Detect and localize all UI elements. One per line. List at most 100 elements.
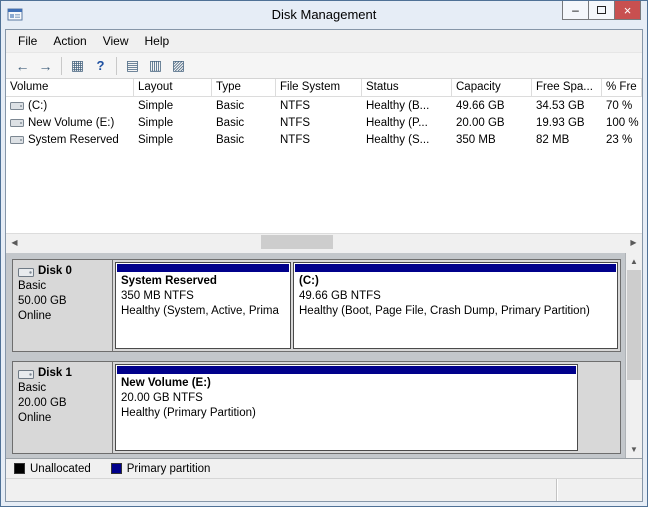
help-icon[interactable]: ? xyxy=(89,55,112,77)
close-button[interactable]: × xyxy=(614,1,641,20)
volume-file-system: NTFS xyxy=(276,100,362,112)
disk1-partitions: New Volume (E:) 20.00 GB NTFS Healthy (P… xyxy=(113,362,620,453)
volume-percent-free: 23 % xyxy=(602,134,642,146)
scroll-up-icon[interactable]: ▲ xyxy=(626,253,642,270)
partition-system-reserved[interactable]: System Reserved 350 MB NTFS Healthy (Sys… xyxy=(115,262,291,349)
volume-name: New Volume (E:) xyxy=(28,117,114,129)
volume-file-system: NTFS xyxy=(276,134,362,146)
back-icon[interactable]: ← xyxy=(11,55,34,77)
volume-status: Healthy (B... xyxy=(362,100,452,112)
disk-row-disk1: Disk 1 Basic 20.00 GB Online New Volume … xyxy=(12,361,621,454)
column-header-file-system[interactable]: File System xyxy=(276,79,362,96)
column-header-volume[interactable]: Volume xyxy=(6,79,134,96)
show-action-pane-icon[interactable]: ▤ xyxy=(121,55,144,77)
unallocated-swatch xyxy=(14,463,25,474)
disk-options-icon[interactable]: ▨ xyxy=(167,55,190,77)
primary-partition-swatch xyxy=(111,463,122,474)
maximize-glyph xyxy=(597,6,606,14)
disk-size: 20.00 GB xyxy=(18,396,107,411)
partition-color-band xyxy=(117,366,576,374)
volume-capacity: 20.00 GB xyxy=(452,117,532,129)
legend-label: Unallocated xyxy=(30,463,91,475)
disk-type: Basic xyxy=(18,279,107,294)
volume-free-space: 34.53 GB xyxy=(532,100,602,112)
partition-title: System Reserved xyxy=(121,274,285,289)
table-row[interactable]: (C:) Simple Basic NTFS Healthy (B... 49.… xyxy=(6,97,642,114)
partition-detail: 350 MB NTFS xyxy=(121,289,285,304)
column-header-free-space[interactable]: Free Spa... xyxy=(532,79,602,96)
legend-label: Primary partition xyxy=(127,463,211,475)
volume-capacity: 350 MB xyxy=(452,134,532,146)
disk-row-disk0: Disk 0 Basic 50.00 GB Online System Rese… xyxy=(12,259,621,352)
menu-help[interactable]: Help xyxy=(137,31,178,51)
menu-file[interactable]: File xyxy=(10,31,45,51)
client-area: File Action View Help ← → ▦ ? ▤ ▥ ▨ Volu… xyxy=(5,29,643,502)
toolbar: ← → ▦ ? ▤ ▥ ▨ xyxy=(6,52,642,79)
legend-bar: Unallocated Primary partition xyxy=(6,458,642,478)
minimize-glyph: – xyxy=(572,4,579,16)
horizontal-scroll-thumb[interactable] xyxy=(261,235,333,249)
partition-status: Healthy (Boot, Page File, Crash Dump, Pr… xyxy=(299,304,612,319)
export-list-icon[interactable]: ▥ xyxy=(144,55,167,77)
volume-file-system: NTFS xyxy=(276,117,362,129)
scroll-left-icon[interactable]: ◀ xyxy=(6,234,23,250)
table-row[interactable]: New Volume (E:) Simple Basic NTFS Health… xyxy=(6,114,642,131)
graphical-view: Disk 0 Basic 50.00 GB Online System Rese… xyxy=(6,253,642,458)
disk-management-window: Disk Management – × File Action View Hel… xyxy=(0,0,648,507)
partition-color-band xyxy=(117,264,289,272)
column-header-capacity[interactable]: Capacity xyxy=(452,79,532,96)
volume-percent-free: 70 % xyxy=(602,100,642,112)
vertical-scroll-thumb[interactable] xyxy=(627,270,641,380)
volume-type: Basic xyxy=(212,117,276,129)
volume-type: Basic xyxy=(212,134,276,146)
toolbar-separator xyxy=(116,57,117,75)
partition-new-volume-e[interactable]: New Volume (E:) 20.00 GB NTFS Healthy (P… xyxy=(115,364,578,451)
close-glyph: × xyxy=(624,4,632,17)
volume-capacity: 49.66 GB xyxy=(452,100,532,112)
disk0-info-panel[interactable]: Disk 0 Basic 50.00 GB Online xyxy=(13,260,113,351)
minimize-button[interactable]: – xyxy=(562,1,589,20)
drive-icon xyxy=(10,117,24,128)
disk-size: 50.00 GB xyxy=(18,294,107,309)
titlebar[interactable]: Disk Management – × xyxy=(1,1,647,29)
menubar: File Action View Help xyxy=(6,30,642,52)
partition-c[interactable]: (C:) 49.66 GB NTFS Healthy (Boot, Page F… xyxy=(293,262,618,349)
horizontal-scrollbar[interactable]: ◀ ▶ xyxy=(6,233,642,250)
disk-status: Online xyxy=(18,309,107,324)
scroll-down-icon[interactable]: ▼ xyxy=(626,441,642,458)
volume-name: (C:) xyxy=(28,100,47,112)
drive-icon xyxy=(10,134,24,145)
window-title: Disk Management xyxy=(1,7,647,22)
volume-free-space: 82 MB xyxy=(532,134,602,146)
disk-name: Disk 0 xyxy=(38,264,72,279)
partition-status: Healthy (Primary Partition) xyxy=(121,406,572,421)
partition-title: (C:) xyxy=(299,274,612,289)
disk1-info-panel[interactable]: Disk 1 Basic 20.00 GB Online xyxy=(13,362,113,453)
status-bar xyxy=(6,478,642,501)
toolbar-separator xyxy=(61,57,62,75)
partition-color-band xyxy=(295,264,616,272)
volume-percent-free: 100 % xyxy=(602,117,642,129)
scroll-right-icon[interactable]: ▶ xyxy=(625,234,642,250)
vertical-scrollbar[interactable]: ▲ ▼ xyxy=(625,253,642,458)
column-header-layout[interactable]: Layout xyxy=(134,79,212,96)
menu-view[interactable]: View xyxy=(95,31,137,51)
disk-icon xyxy=(18,266,34,278)
disk-status: Online xyxy=(18,411,107,426)
column-header-type[interactable]: Type xyxy=(212,79,276,96)
volume-layout: Simple xyxy=(134,117,212,129)
forward-icon[interactable]: → xyxy=(34,55,57,77)
volume-name: System Reserved xyxy=(28,134,119,146)
column-header-status[interactable]: Status xyxy=(362,79,452,96)
volume-status: Healthy (S... xyxy=(362,134,452,146)
menu-action[interactable]: Action xyxy=(45,31,94,51)
show-console-tree-icon[interactable]: ▦ xyxy=(66,55,89,77)
maximize-button[interactable] xyxy=(588,1,615,20)
status-bar-panel xyxy=(556,479,642,501)
partition-detail: 20.00 GB NTFS xyxy=(121,391,572,406)
volume-list-header: Volume Layout Type File System Status Ca… xyxy=(6,79,642,97)
disk-type: Basic xyxy=(18,381,107,396)
volume-layout: Simple xyxy=(134,100,212,112)
table-row[interactable]: System Reserved Simple Basic NTFS Health… xyxy=(6,131,642,148)
column-header-percent-free[interactable]: % Fre xyxy=(602,79,642,96)
